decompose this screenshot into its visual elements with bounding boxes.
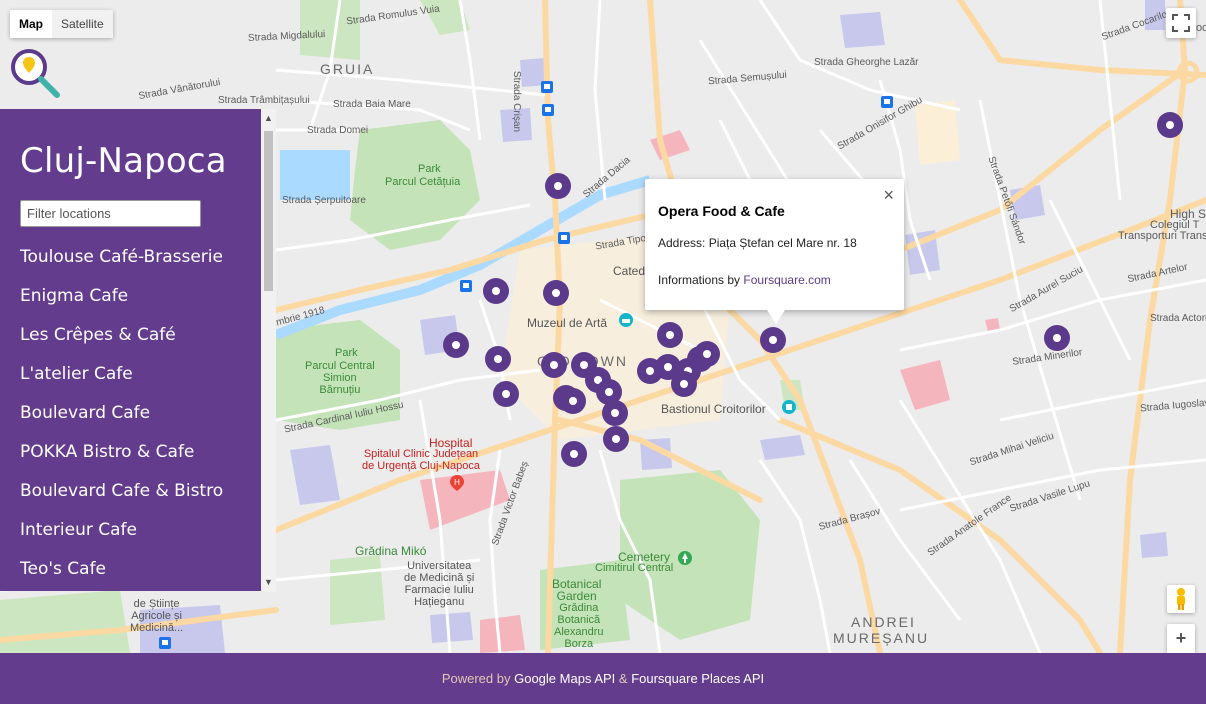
info-window-attribution: Informations by Foursquare.com — [658, 273, 831, 287]
label-botanical: Botanical Garden — [552, 577, 602, 603]
map-type-satellite-button[interactable]: Satellite — [52, 10, 113, 38]
sidebar-scrollbar[interactable]: ▲ ▼ — [261, 109, 276, 591]
location-item[interactable]: L'atelier Cafe — [20, 364, 223, 403]
fullscreen-icon — [1172, 14, 1190, 32]
label-cimitirul: Cimitirul Central — [595, 562, 674, 574]
map-marker[interactable] — [694, 341, 720, 367]
map-marker[interactable] — [443, 332, 469, 358]
label-gruia: GRUIA — [320, 61, 375, 77]
label-strada-domei: Strada Domei — [307, 125, 369, 136]
transit-icon — [558, 232, 570, 244]
location-item[interactable]: Boulevard Cafe & Bistro — [20, 481, 223, 520]
label-gradina-botanica: Grădina Botanică Alexandru Borza — [554, 602, 604, 650]
footer: Powered by Google Maps API & Foursquare … — [0, 653, 1206, 704]
location-item[interactable]: Les Crêpes & Café — [20, 325, 223, 364]
info-window-address: Address: Piața Ștefan cel Mare nr. 18 — [658, 236, 857, 250]
label-strada-crisan: Strada Crișan — [511, 70, 523, 133]
label-transporturi: Transporturi Trans — [1118, 230, 1206, 242]
filter-input[interactable] — [20, 200, 201, 227]
footer-powered-by: Powered by — [441, 671, 511, 686]
info-window-title: Opera Food & Cafe — [658, 203, 785, 219]
map-marker[interactable] — [1157, 112, 1183, 138]
city-title: Cluj-Napoca — [20, 141, 227, 181]
cemetery-icon — [678, 551, 692, 565]
map-marker[interactable] — [657, 322, 683, 348]
footer-ampersand: & — [618, 671, 628, 686]
location-item[interactable]: Teo's Cafe — [20, 559, 223, 591]
map-marker[interactable] — [545, 173, 571, 199]
location-item[interactable]: Toulouse Café-Brasserie — [20, 247, 223, 286]
map-type-map-button[interactable]: Map — [10, 10, 52, 38]
sidebar: Cluj-Napoca Toulouse Café-Brasserie Enig… — [0, 109, 261, 591]
transit-icon — [159, 637, 171, 649]
map-marker[interactable] — [602, 400, 628, 426]
close-icon[interactable]: × — [883, 185, 894, 206]
search-location-icon — [11, 49, 60, 98]
hospital-icon: H — [450, 475, 464, 491]
label-park-cetatuia: Parcul Cetățuia — [385, 176, 461, 188]
label-catedrala: Cated — [613, 264, 646, 278]
label-gradina-miko: Grădina Mikó — [355, 544, 427, 558]
location-item[interactable]: Enigma Cafe — [20, 286, 223, 325]
info-window-pointer — [767, 310, 785, 324]
label-strada-baia-mare: Strada Baia Mare — [333, 99, 411, 110]
scrollbar-thumb[interactable] — [264, 131, 273, 291]
transit-icon — [881, 96, 893, 108]
landmark-icon — [782, 400, 796, 414]
museum-icon — [619, 313, 633, 327]
info-window-attribution-prefix: Informations by — [658, 273, 741, 287]
label-universitatea: Universitatea de Medicină și Farmacie Iu… — [404, 560, 475, 608]
transit-icon — [541, 81, 553, 93]
map-marker[interactable] — [1044, 325, 1070, 351]
label-muresanu: MUREȘANU — [833, 630, 930, 646]
svg-text:H: H — [454, 478, 460, 487]
label-park-top: Park — [418, 163, 441, 175]
label-park-central-title: Park — [335, 347, 358, 359]
label-strada-trambitasului: Strada Trâmbițașului — [218, 95, 310, 106]
scroll-up-icon[interactable]: ▲ — [264, 113, 273, 123]
label-spitalul: Spitalul Clinic Județean de Urgență Cluj… — [362, 448, 481, 472]
map-type-control: Map Satellite — [10, 10, 113, 38]
zoom-in-button[interactable]: + — [1167, 624, 1195, 653]
map-marker[interactable] — [560, 388, 586, 414]
info-window: × Opera Food & Cafe Address: Piața Ștefa… — [645, 179, 904, 324]
map-marker-selected[interactable] — [760, 327, 786, 353]
map-marker[interactable] — [543, 280, 569, 306]
label-stiinte: de Științe Agricole și Medicină... — [130, 598, 184, 634]
map-marker[interactable] — [485, 346, 511, 372]
transit-icon — [542, 104, 554, 116]
map-marker[interactable] — [671, 371, 697, 397]
scroll-down-icon[interactable]: ▼ — [264, 577, 273, 587]
map-marker[interactable] — [483, 278, 509, 304]
map-marker[interactable] — [561, 441, 587, 467]
map-marker[interactable] — [541, 352, 567, 378]
location-list: Toulouse Café-Brasserie Enigma Cafe Les … — [20, 247, 223, 591]
fullscreen-button[interactable] — [1166, 8, 1196, 38]
label-strada-actorului: Strada Actorului — [1150, 313, 1206, 324]
label-strada-gheorghe-lazar: Strada Gheorghe Lazăr — [814, 57, 919, 68]
map-marker[interactable] — [603, 426, 629, 452]
label-park-central: Parcul Central Simion Bărnuțiu — [305, 360, 375, 396]
label-muzeul: Muzeul de Artă — [527, 316, 608, 330]
location-item[interactable]: Interieur Cafe — [20, 520, 223, 559]
footer-google-api: Google Maps API — [514, 671, 616, 686]
street-view-button[interactable] — [1167, 585, 1195, 613]
label-andrei: ANDREI — [851, 614, 916, 630]
transit-icon — [460, 280, 472, 292]
location-item[interactable]: Boulevard Cafe — [20, 403, 223, 442]
map-marker[interactable] — [493, 381, 519, 407]
foursquare-link[interactable]: Foursquare.com — [743, 273, 830, 287]
label-strada-serpuitoare: Strada Șerpuitoare — [282, 195, 366, 206]
footer-foursquare-api: Foursquare Places API — [631, 671, 765, 686]
label-bastionul: Bastionul Croitorilor — [661, 402, 766, 416]
location-item[interactable]: POKKA Bistro & Cafe — [20, 442, 223, 481]
pegman-icon — [1177, 588, 1185, 610]
app-logo — [9, 47, 61, 104]
